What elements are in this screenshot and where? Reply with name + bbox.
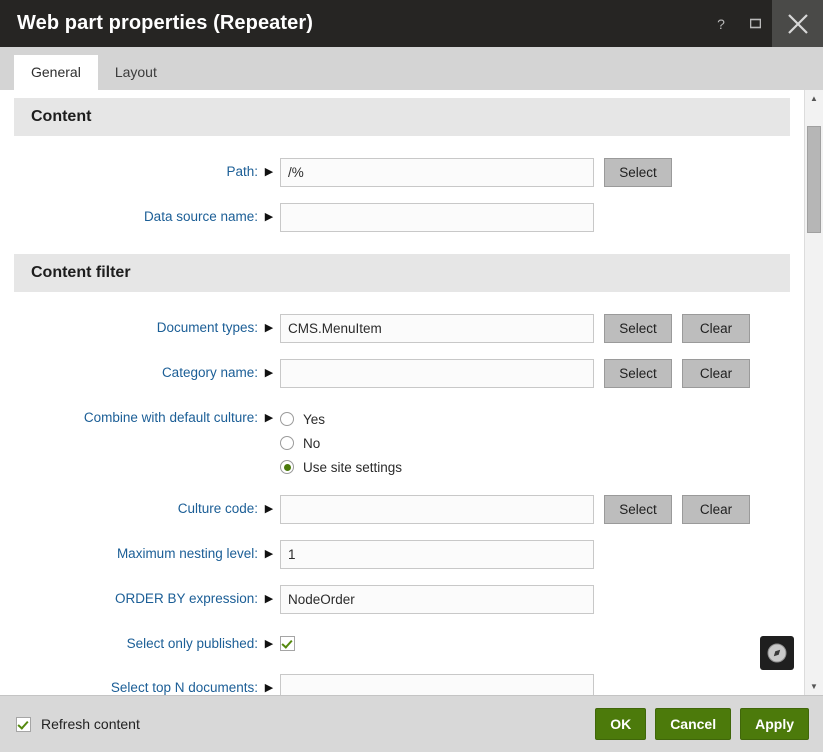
window-controls: ? xyxy=(704,0,823,47)
expand-caret-icon[interactable]: ▶ xyxy=(258,158,280,186)
expand-caret-icon[interactable]: ▶ xyxy=(258,203,280,231)
field-row-data-source-name: Data source name: ▶ xyxy=(0,203,804,232)
field-control-category-name: Select Clear xyxy=(280,359,750,388)
field-label-culture-code: Culture code: xyxy=(177,501,258,516)
field-control-maximum-nesting-level xyxy=(280,540,594,569)
scrollbar-thumb[interactable] xyxy=(807,126,821,233)
field-label-maximum-nesting-level: Maximum nesting level: xyxy=(116,546,258,561)
title-bar: Web part properties (Repeater) ? xyxy=(0,0,823,47)
document-types-select-button[interactable]: Select xyxy=(604,314,672,343)
field-label-combine-with-default-culture: Combine with default culture: xyxy=(83,410,258,425)
maximum-nesting-level-input[interactable] xyxy=(280,540,594,569)
category-name-select-button[interactable]: Select xyxy=(604,359,672,388)
culture-code-clear-button[interactable]: Clear xyxy=(682,495,750,524)
ok-button[interactable]: OK xyxy=(595,708,647,740)
cancel-button[interactable]: Cancel xyxy=(655,708,732,740)
radio-label-no: No xyxy=(303,435,321,451)
field-control-culture-code: Select Clear xyxy=(280,495,750,524)
order-by-expression-input[interactable] xyxy=(280,585,594,614)
field-row-combine-with-default-culture: Combine with default culture: ▶ Yes No U… xyxy=(0,404,804,479)
field-row-maximum-nesting-level: Maximum nesting level: ▶ xyxy=(0,540,804,569)
expand-caret-icon[interactable]: ▶ xyxy=(258,314,280,342)
select-only-published-checkbox[interactable] xyxy=(280,636,295,651)
category-name-clear-button[interactable]: Clear xyxy=(682,359,750,388)
dialog-footer: Refresh content OK Cancel Apply xyxy=(0,695,823,752)
select-top-n-documents-input[interactable] xyxy=(280,674,594,695)
refresh-content-checkbox[interactable] xyxy=(16,716,31,732)
field-control-path: Select xyxy=(280,158,672,187)
field-row-category-name: Category name: ▶ Select Clear xyxy=(0,359,804,388)
field-label-order-by-expression: ORDER BY expression: xyxy=(114,591,258,606)
refresh-content-label: Refresh content xyxy=(41,716,140,732)
radio-option-use-site-settings[interactable]: Use site settings xyxy=(280,455,402,479)
window-title: Web part properties (Repeater) xyxy=(17,12,314,34)
radio-option-yes[interactable]: Yes xyxy=(280,407,402,431)
radio-option-no[interactable]: No xyxy=(280,431,402,455)
culture-code-input[interactable] xyxy=(280,495,594,524)
field-row-select-only-published: Select only published: ▶ xyxy=(0,630,804,658)
document-types-input[interactable] xyxy=(280,314,594,343)
footer-actions: OK Cancel Apply xyxy=(595,708,809,740)
radio-dot-icon xyxy=(280,460,294,474)
field-label-path: Path: xyxy=(226,164,258,179)
scroll-down-arrow-icon[interactable]: ▼ xyxy=(805,678,823,695)
dialog-body: Content Path: ▶ Select Data source name:… xyxy=(0,90,823,695)
field-control-document-types: Select Clear xyxy=(280,314,750,343)
field-row-document-types: Document types: ▶ Select Clear xyxy=(0,314,804,343)
document-types-clear-button[interactable]: Clear xyxy=(682,314,750,343)
compass-icon[interactable] xyxy=(760,636,794,670)
field-label-select-top-n-documents: Select top N documents: xyxy=(110,680,258,695)
combine-with-default-culture-radio-group: Yes No Use site settings xyxy=(280,404,402,479)
section-header-content: Content xyxy=(14,98,790,136)
help-icon[interactable]: ? xyxy=(704,0,738,47)
field-label-category-name: Category name: xyxy=(161,365,258,380)
scroll-content: Content Path: ▶ Select Data source name:… xyxy=(0,90,804,695)
maximize-icon[interactable] xyxy=(738,0,772,47)
data-source-name-input[interactable] xyxy=(280,203,594,232)
radio-dot-icon xyxy=(280,436,294,450)
radio-dot-icon xyxy=(280,412,294,426)
field-label-document-types: Document types: xyxy=(156,320,258,335)
expand-caret-icon[interactable]: ▶ xyxy=(258,359,280,387)
expand-caret-icon[interactable]: ▶ xyxy=(258,495,280,523)
tab-strip: General Layout xyxy=(0,47,823,90)
path-input[interactable] xyxy=(280,158,594,187)
close-icon[interactable] xyxy=(772,0,823,47)
field-control-select-top-n-documents xyxy=(280,674,594,695)
radio-label-yes: Yes xyxy=(303,411,326,427)
field-control-select-only-published xyxy=(280,630,295,651)
field-row-select-top-n-documents: Select top N documents: ▶ xyxy=(0,674,804,695)
expand-caret-icon[interactable]: ▶ xyxy=(258,585,280,613)
field-row-path: Path: ▶ Select xyxy=(0,158,804,187)
footer-left: Refresh content xyxy=(16,716,140,732)
expand-caret-icon[interactable]: ▶ xyxy=(258,540,280,568)
category-name-input[interactable] xyxy=(280,359,594,388)
field-label-data-source-name: Data source name: xyxy=(143,209,258,224)
field-control-data-source-name xyxy=(280,203,594,232)
vertical-scrollbar[interactable]: ▲ ▼ xyxy=(804,90,823,695)
field-control-order-by-expression xyxy=(280,585,594,614)
section-header-content-filter: Content filter xyxy=(14,254,790,292)
tab-general[interactable]: General xyxy=(14,55,98,90)
apply-button[interactable]: Apply xyxy=(740,708,809,740)
field-row-order-by-expression: ORDER BY expression: ▶ xyxy=(0,585,804,614)
scroll-up-arrow-icon[interactable]: ▲ xyxy=(805,90,823,107)
culture-code-select-button[interactable]: Select xyxy=(604,495,672,524)
web-part-properties-dialog: Web part properties (Repeater) ? General… xyxy=(0,0,823,752)
path-select-button[interactable]: Select xyxy=(604,158,672,187)
radio-label-use-site-settings: Use site settings xyxy=(303,459,403,475)
expand-caret-icon[interactable]: ▶ xyxy=(258,630,280,658)
expand-caret-icon[interactable]: ▶ xyxy=(258,404,280,432)
field-row-culture-code: Culture code: ▶ Select Clear xyxy=(0,495,804,524)
tab-layout[interactable]: Layout xyxy=(98,55,174,90)
expand-caret-icon[interactable]: ▶ xyxy=(258,674,280,695)
field-label-select-only-published: Select only published: xyxy=(126,636,258,651)
